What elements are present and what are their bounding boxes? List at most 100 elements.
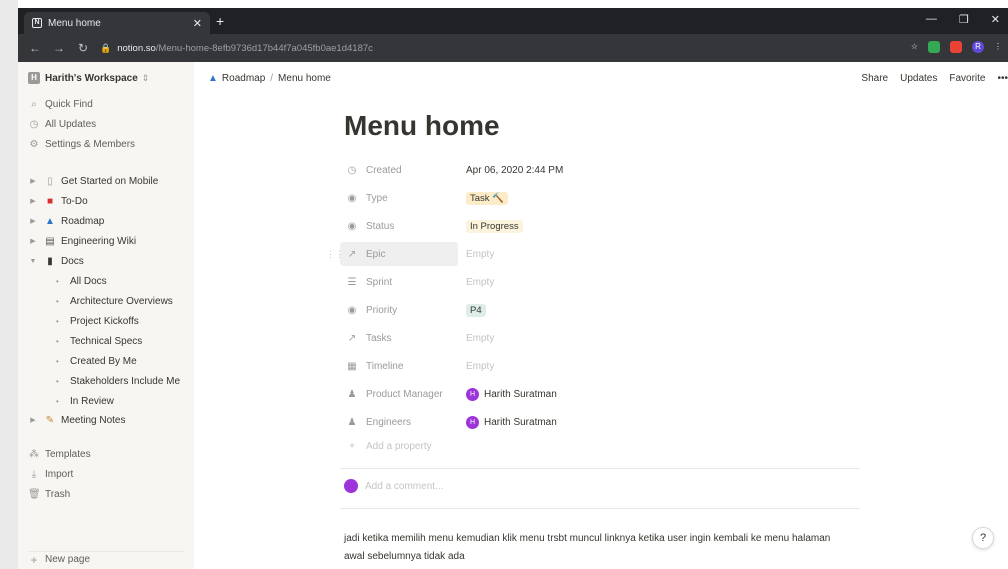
new-tab-icon[interactable]: + (216, 13, 224, 29)
sidebar-subitem[interactable]: • All Docs (56, 273, 107, 289)
url-host: notion.so (117, 42, 156, 54)
sidebar-item-docs[interactable]: ▼ ▮ Docs (28, 253, 84, 269)
sidebar-item-label: All Updates (45, 118, 97, 130)
expand-arrow-icon[interactable]: ▶ (28, 237, 38, 245)
property-name[interactable]: ◉ Type (340, 186, 458, 210)
back-icon[interactable]: ← (28, 41, 42, 55)
todo-icon: ■ (46, 195, 54, 207)
sidebar-item-roadmap[interactable]: ▶ ▲ Roadmap (28, 213, 104, 229)
breadcrumb-roadmap[interactable]: Roadmap (222, 73, 265, 84)
property-value[interactable]: Empty (466, 249, 494, 260)
avatar: H (466, 387, 479, 401)
close-window-icon[interactable]: ✕ (991, 13, 1000, 26)
sidebar-subitem-label: Stakeholders Include Me (70, 375, 181, 387)
favorite-button[interactable]: Favorite (949, 73, 985, 84)
sidebar-subitem-label: Created By Me (70, 355, 137, 367)
all-updates-button[interactable]: ◷ All Updates (28, 116, 97, 132)
reload-icon[interactable]: ↻ (76, 41, 90, 55)
share-button[interactable]: Share (861, 73, 888, 84)
property-value[interactable]: Empty (466, 361, 494, 372)
property-value[interactable]: Empty (466, 277, 494, 288)
property-value[interactable]: P4 (466, 303, 486, 317)
comment-placeholder: Add a comment... (365, 480, 444, 492)
property-name[interactable]: ♟ Engineers (340, 410, 458, 434)
help-button[interactable]: ? (972, 527, 994, 549)
collapse-arrow-icon[interactable]: ▼ (28, 258, 38, 265)
car-icon: ▲ (45, 215, 55, 227)
property-value[interactable]: Task 🔨 (466, 191, 509, 205)
menu-kebab-icon[interactable]: ⋮ (994, 41, 1002, 53)
tab-title: Menu home (48, 17, 101, 29)
property-name[interactable]: ◉ Priority (340, 298, 458, 322)
property-value[interactable]: H Harith Suratman (466, 415, 557, 429)
avatar (344, 479, 358, 493)
new-page-button[interactable]: + New page (28, 551, 184, 567)
empty-value: Empty (466, 276, 495, 288)
page-body-text[interactable]: jadi ketika memilih menu kemudian klik m… (344, 530, 844, 566)
trash-button[interactable]: 🗑 Trash (28, 486, 70, 502)
property-name[interactable]: ◉ Status (340, 214, 458, 238)
quick-find-button[interactable]: ⌕ Quick Find (28, 96, 93, 112)
person-name: Harith Suratman (484, 388, 557, 400)
import-button[interactable]: ⤓ Import (28, 466, 74, 482)
breadcrumb-current[interactable]: Menu home (278, 73, 331, 84)
sidebar-item-engineering-wiki[interactable]: ▶ ▤ Engineering Wiki (28, 233, 136, 249)
property-name[interactable]: ◷ Created (340, 158, 458, 182)
restore-icon[interactable]: ❐ (959, 13, 969, 26)
gear-icon: ⚙ (29, 138, 39, 150)
property-row-timeline: ▦ Timeline Empty (340, 354, 860, 378)
extension-icon[interactable] (928, 41, 940, 53)
property-value[interactable]: H Harith Suratman (466, 387, 557, 401)
minimize-icon[interactable]: — (926, 13, 937, 26)
property-name[interactable]: ▦ Timeline (340, 354, 458, 378)
forward-icon[interactable]: → (52, 41, 66, 55)
sidebar-item-label: Engineering Wiki (61, 235, 137, 247)
property-name[interactable]: ↗ Epic (340, 242, 458, 266)
workspace-avatar: H (28, 72, 40, 84)
star-icon[interactable]: ☆ (911, 41, 918, 53)
sidebar-subitem[interactable]: • Stakeholders Include Me (56, 373, 180, 389)
property-value[interactable]: In Progress (466, 219, 523, 233)
workspace-switcher[interactable]: H Harith's Workspace ⇕ (28, 72, 149, 84)
expand-arrow-icon[interactable]: ▶ (28, 197, 38, 205)
sidebar-item-meeting-notes[interactable]: ▶ ✎ Meeting Notes (28, 412, 125, 428)
empty-value: Empty (466, 332, 495, 344)
sidebar-item-todo[interactable]: ▶ ■ To-Do (28, 193, 87, 209)
updates-button[interactable]: Updates (900, 73, 937, 84)
property-name[interactable]: ↗ Tasks (340, 326, 458, 350)
expand-arrow-icon[interactable]: ▶ (28, 217, 38, 225)
settings-button[interactable]: ⚙ Settings & Members (28, 136, 136, 152)
more-options-button[interactable]: ••• (997, 73, 1008, 84)
property-label: Timeline (366, 360, 404, 372)
bullet-icon: • (56, 276, 59, 286)
profile-avatar[interactable]: R (972, 41, 984, 53)
expand-arrow-icon[interactable]: ▶ (28, 416, 38, 424)
expand-arrow-icon[interactable]: ▶ (28, 177, 38, 185)
doc-icon: ▮ (47, 255, 53, 267)
sidebar-subitem[interactable]: • Project Kickoffs (56, 313, 139, 329)
close-tab-icon[interactable]: ✕ (193, 17, 202, 30)
sidebar-subitem[interactable]: • Technical Specs (56, 333, 142, 349)
sidebar-subitem[interactable]: • Architecture Overviews (56, 293, 173, 309)
property-value[interactable]: Empty (466, 333, 494, 344)
templates-button[interactable]: ⁂ Templates (28, 446, 91, 462)
drag-handle-icon[interactable]: ⋮⋮ (326, 249, 344, 260)
property-name[interactable]: ♟ Product Manager (340, 382, 458, 406)
sidebar-subitem[interactable]: • Created By Me (56, 353, 137, 369)
add-comment-input[interactable]: Add a comment... (344, 479, 443, 493)
page-title[interactable]: Menu home (344, 110, 500, 142)
property-label: Product Manager (366, 388, 443, 400)
notion-favicon-icon: N (32, 18, 42, 28)
add-property-button[interactable]: + Add a property (346, 441, 432, 452)
browser-tab[interactable]: N Menu home ✕ (24, 12, 210, 34)
sidebar-subitem[interactable]: • In Review (56, 393, 114, 409)
property-name[interactable]: ☰ Sprint (340, 270, 458, 294)
bullet-icon: • (56, 296, 59, 306)
bullet-icon: • (56, 356, 59, 366)
extensions: ☆ R ⋮ (911, 41, 1002, 53)
extension-icon[interactable] (950, 41, 962, 53)
url-input[interactable]: 🔒 notion.so /Menu-home-8efb9736d17b44f7a… (100, 39, 910, 57)
breadcrumb-separator: / (270, 73, 274, 84)
sidebar-item-get-started[interactable]: ▶ ▯ Get Started on Mobile (28, 173, 158, 189)
created-date: Apr 06, 2020 2:44 PM (466, 164, 564, 176)
